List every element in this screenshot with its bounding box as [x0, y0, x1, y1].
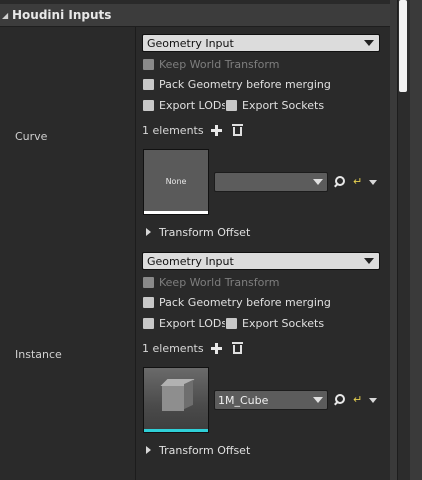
options-chevron-down-icon[interactable]: [369, 180, 377, 185]
keep-world-transform-label: Keep World Transform: [159, 275, 280, 289]
add-element-icon[interactable]: [210, 124, 223, 137]
chevron-down-icon: [364, 258, 374, 264]
export-lods-row: Export LODs: [142, 96, 227, 114]
export-sockets-label: Export Sockets: [242, 98, 325, 112]
expand-triangle-icon: [146, 228, 151, 236]
houdini-inputs-header[interactable]: ◢ Houdini Inputs: [0, 4, 390, 27]
input-label-curve: Curve: [15, 130, 48, 143]
pack-geometry-label: Pack Geometry before merging: [159, 295, 331, 309]
reset-arrow-icon[interactable]: ↵: [353, 176, 363, 187]
pack-geometry-checkbox[interactable]: [142, 77, 155, 91]
section-title: Houdini Inputs: [12, 8, 112, 22]
keep-world-transform-row: Keep World Transform: [142, 55, 279, 73]
browse-search-icon[interactable]: [334, 394, 345, 405]
input-type-dropdown[interactable]: Geometry Input: [142, 252, 380, 270]
asset-thumbnail[interactable]: None: [143, 149, 209, 215]
export-sockets-label: Export Sockets: [242, 316, 325, 330]
input-label-instance: Instance: [15, 348, 62, 361]
asset-thumbnail[interactable]: [143, 367, 209, 433]
pack-geometry-label: Pack Geometry before merging: [159, 77, 331, 91]
column-divider[interactable]: [135, 27, 136, 480]
reset-arrow-icon[interactable]: ↵: [353, 394, 363, 405]
elements-row: 1 elements: [142, 340, 243, 356]
keep-world-transform-checkbox[interactable]: [142, 275, 155, 289]
export-lods-label: Export LODs: [159, 316, 228, 330]
thumbnail-color-bar: [144, 429, 208, 432]
export-lods-checkbox[interactable]: [142, 98, 155, 112]
asset-picker-value: 1M_Cube: [218, 393, 269, 407]
collapse-triangle-icon[interactable]: ◢: [2, 11, 12, 20]
delete-elements-icon[interactable]: [231, 124, 243, 136]
browse-search-icon[interactable]: [334, 176, 345, 187]
thumbnail-color-bar: [144, 211, 208, 214]
export-sockets-checkbox[interactable]: [225, 98, 238, 112]
elements-count: 1 elements: [142, 341, 204, 355]
elements-count: 1 elements: [142, 123, 204, 137]
input-type-value: Geometry Input: [147, 36, 234, 50]
asset-picker-combo[interactable]: [214, 172, 328, 192]
cube-front-face: [162, 386, 184, 411]
export-sockets-row: Export Sockets: [225, 96, 324, 114]
export-lods-label: Export LODs: [159, 98, 228, 112]
export-sockets-row: Export Sockets: [225, 314, 324, 332]
chevron-down-icon: [364, 40, 374, 46]
pack-geometry-row: Pack Geometry before merging: [142, 75, 331, 93]
cube-side-face: [184, 379, 193, 410]
chevron-down-icon: [313, 397, 323, 403]
input-type-dropdown[interactable]: Geometry Input: [142, 34, 380, 52]
keep-world-transform-label: Keep World Transform: [159, 57, 280, 71]
transform-offset-expander[interactable]: Transform Offset: [146, 224, 250, 240]
scrollbar-thumb[interactable]: [399, 0, 407, 92]
transform-offset-label: Transform Offset: [159, 225, 251, 239]
delete-elements-icon[interactable]: [231, 342, 243, 354]
pack-geometry-checkbox[interactable]: [142, 295, 155, 309]
transform-offset-label: Transform Offset: [159, 443, 251, 457]
keep-world-transform-row: Keep World Transform: [142, 273, 279, 291]
keep-world-transform-checkbox[interactable]: [142, 57, 155, 71]
input-type-value: Geometry Input: [147, 254, 234, 268]
pack-geometry-row: Pack Geometry before merging: [142, 293, 331, 311]
add-element-icon[interactable]: [210, 342, 223, 355]
asset-picker-combo[interactable]: 1M_Cube: [214, 390, 328, 410]
export-sockets-checkbox[interactable]: [225, 316, 238, 330]
transform-offset-expander[interactable]: Transform Offset: [146, 442, 250, 458]
thumbnail-none-text: None: [165, 177, 187, 186]
chevron-down-icon: [313, 179, 323, 185]
export-lods-checkbox[interactable]: [142, 316, 155, 330]
options-chevron-down-icon[interactable]: [369, 398, 377, 403]
export-lods-row: Export LODs: [142, 314, 227, 332]
expand-triangle-icon: [146, 446, 151, 454]
elements-row: 1 elements: [142, 122, 243, 138]
